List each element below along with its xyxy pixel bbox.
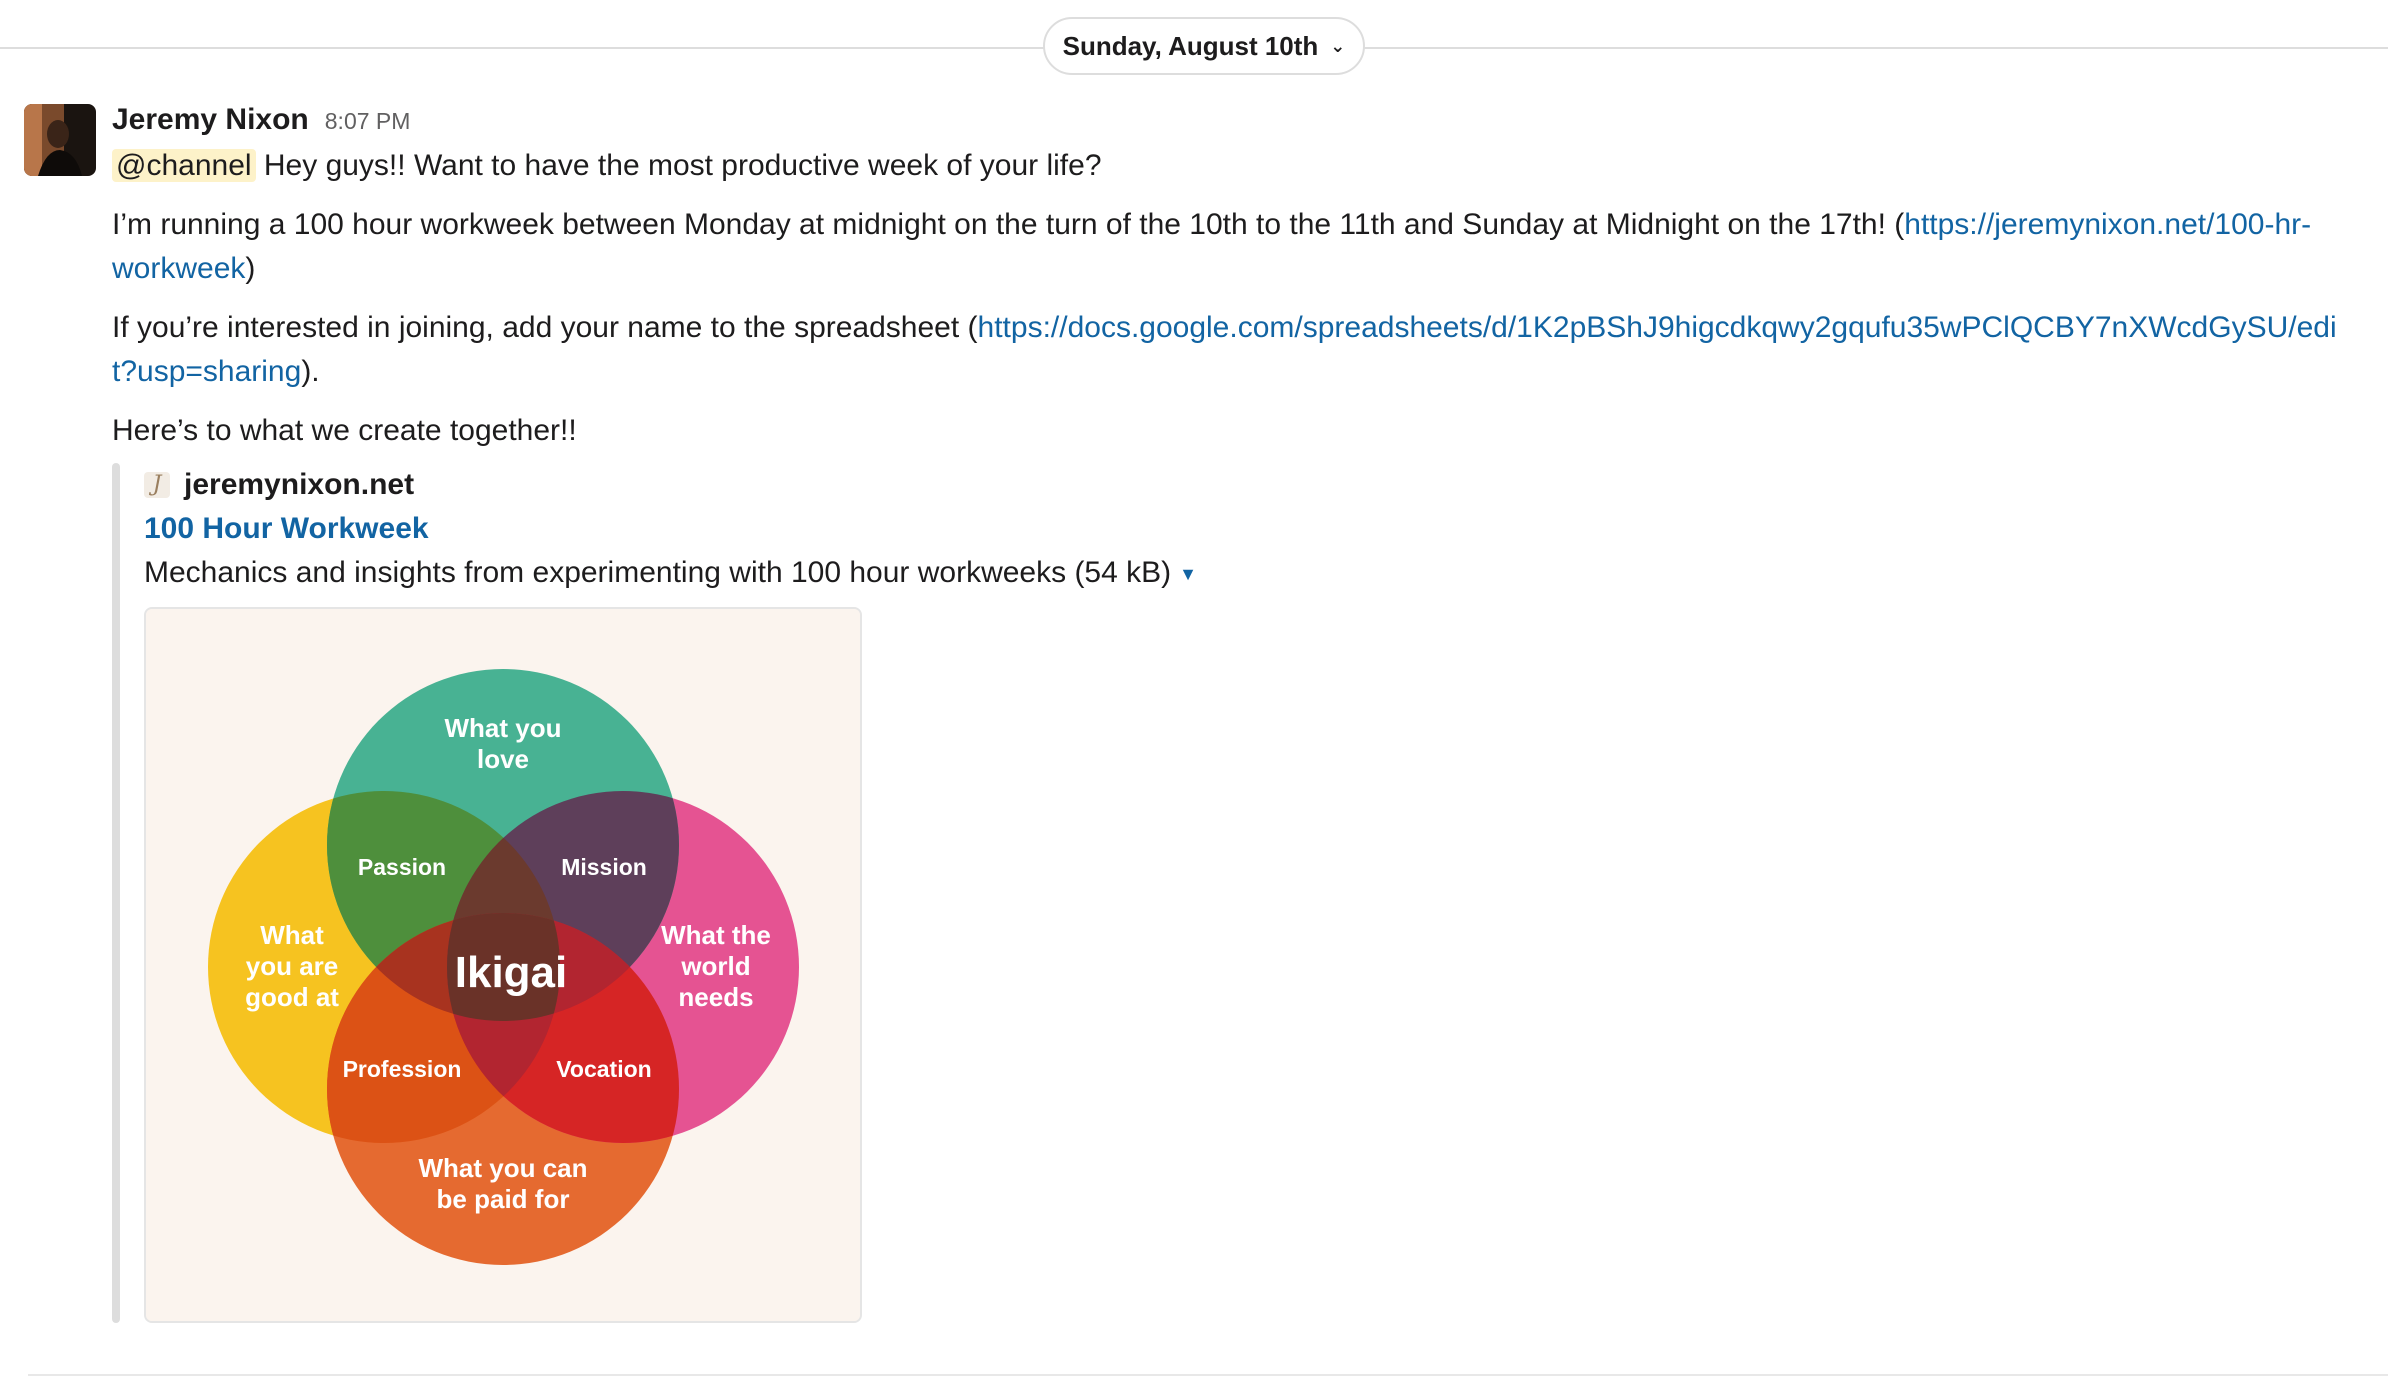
attachment-title-link[interactable]: 100 Hour Workweek bbox=[144, 507, 2342, 551]
caret-down-icon[interactable]: ▼ bbox=[1179, 564, 1197, 584]
avatar[interactable] bbox=[24, 104, 96, 176]
message-paragraph-2: I’m running a 100 hour workweek between … bbox=[112, 203, 2342, 291]
site-name: jeremynixon.net bbox=[184, 468, 415, 501]
label-paid-for: What you can be paid for bbox=[418, 1153, 587, 1214]
message-line-1-text: Hey guys!! Want to have the most product… bbox=[255, 149, 1102, 182]
message-paragraph-3: If you’re interested in joining, add you… bbox=[112, 306, 2342, 394]
overlap-mission: Mission bbox=[561, 854, 647, 880]
paragraph-3-end: ). bbox=[301, 355, 320, 388]
overlap-profession: Profession bbox=[343, 1056, 462, 1082]
attachment-description-text: Mechanics and insights from experimentin… bbox=[144, 556, 1172, 589]
attachment-image[interactable]: What you love What you are good at What the… bbox=[144, 607, 862, 1323]
author-name[interactable]: Jeremy Nixon bbox=[112, 98, 309, 142]
ikigai-center-label: Ikigai bbox=[455, 948, 568, 997]
attachment-bar bbox=[112, 463, 120, 1323]
overlap-vocation: Vocation bbox=[556, 1056, 651, 1082]
ikigai-diagram: What you love What you are good at What the… bbox=[146, 609, 860, 1321]
chevron-down-icon: ⌄ bbox=[1330, 35, 1346, 56]
overlap-passion: Passion bbox=[358, 854, 446, 880]
paragraph-2-text: I’m running a 100 hour workweek between … bbox=[112, 208, 1905, 241]
bottom-divider bbox=[28, 1374, 2388, 1376]
attachment-description: Mechanics and insights from experimentin… bbox=[144, 551, 2342, 595]
paragraph-2-end: ) bbox=[245, 252, 256, 285]
paragraph-3-text: If you’re interested in joining, add you… bbox=[112, 311, 978, 344]
message: Jeremy Nixon 8:07 PM @channel Hey guys!!… bbox=[112, 98, 2342, 1323]
date-divider-button[interactable]: Sunday, August 10th ⌄ bbox=[1043, 17, 1365, 75]
site-favicon-icon: J bbox=[144, 472, 170, 498]
message-line-1: @channel Hey guys!! Want to have the mos… bbox=[112, 144, 2342, 188]
link-preview: J jeremynixon.net 100 Hour Workweek Mech… bbox=[112, 463, 2342, 1323]
channel-mention[interactable]: @channel bbox=[112, 149, 256, 182]
date-label: Sunday, August 10th bbox=[1062, 30, 1319, 61]
message-paragraph-4: Here’s to what we create together!! bbox=[112, 414, 577, 447]
message-timestamp[interactable]: 8:07 PM bbox=[325, 99, 411, 143]
